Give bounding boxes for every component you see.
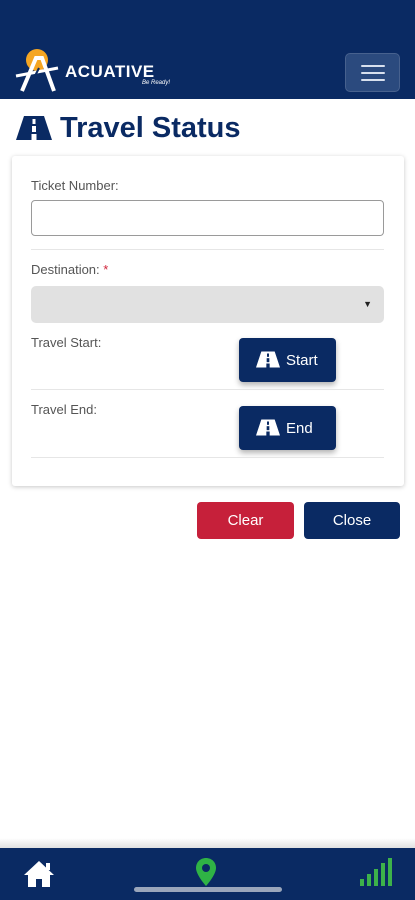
hamburger-menu-button[interactable] bbox=[345, 53, 400, 92]
clear-button[interactable]: Clear bbox=[197, 502, 294, 539]
location-pin-icon[interactable] bbox=[195, 857, 217, 887]
ticket-number-input[interactable] bbox=[31, 200, 384, 236]
start-button-label: Start bbox=[286, 352, 318, 369]
travel-status-form: Ticket Number: Destination: * ▼ Travel S… bbox=[12, 156, 404, 486]
required-marker: * bbox=[103, 262, 109, 277]
travel-end-label: Travel End: bbox=[31, 402, 97, 417]
hamburger-menu-icon bbox=[361, 65, 385, 67]
close-button[interactable]: Close bbox=[304, 502, 400, 539]
bottom-nav bbox=[0, 848, 415, 900]
divider bbox=[31, 249, 384, 250]
acuative-logo[interactable]: ACUATIVE Be Ready! bbox=[12, 44, 187, 96]
road-icon bbox=[16, 116, 52, 140]
app-header: ACUATIVE Be Ready! bbox=[0, 0, 415, 99]
logo-wordmark: ACUATIVE bbox=[65, 62, 155, 81]
travel-start-label: Travel Start: bbox=[31, 335, 102, 350]
logo-mark-icon bbox=[15, 49, 59, 92]
destination-label: Destination: * bbox=[31, 262, 109, 277]
home-indicator[interactable] bbox=[134, 887, 282, 892]
start-button[interactable]: Start bbox=[239, 338, 336, 382]
divider bbox=[31, 389, 384, 390]
home-icon[interactable] bbox=[23, 860, 55, 888]
dropdown-caret-icon: ▼ bbox=[363, 299, 372, 309]
destination-select[interactable]: ▼ bbox=[31, 286, 384, 323]
end-button-label: End bbox=[286, 420, 313, 437]
page-title: Travel Status bbox=[60, 112, 241, 144]
road-icon bbox=[256, 419, 280, 436]
end-button[interactable]: End bbox=[239, 406, 336, 450]
logo-tagline: Be Ready! bbox=[142, 80, 171, 86]
bottom-nav-shadow bbox=[0, 838, 415, 848]
signal-bars-icon[interactable] bbox=[359, 857, 393, 887]
divider bbox=[31, 457, 384, 458]
ticket-number-label: Ticket Number: bbox=[31, 178, 119, 193]
road-icon bbox=[256, 351, 280, 368]
